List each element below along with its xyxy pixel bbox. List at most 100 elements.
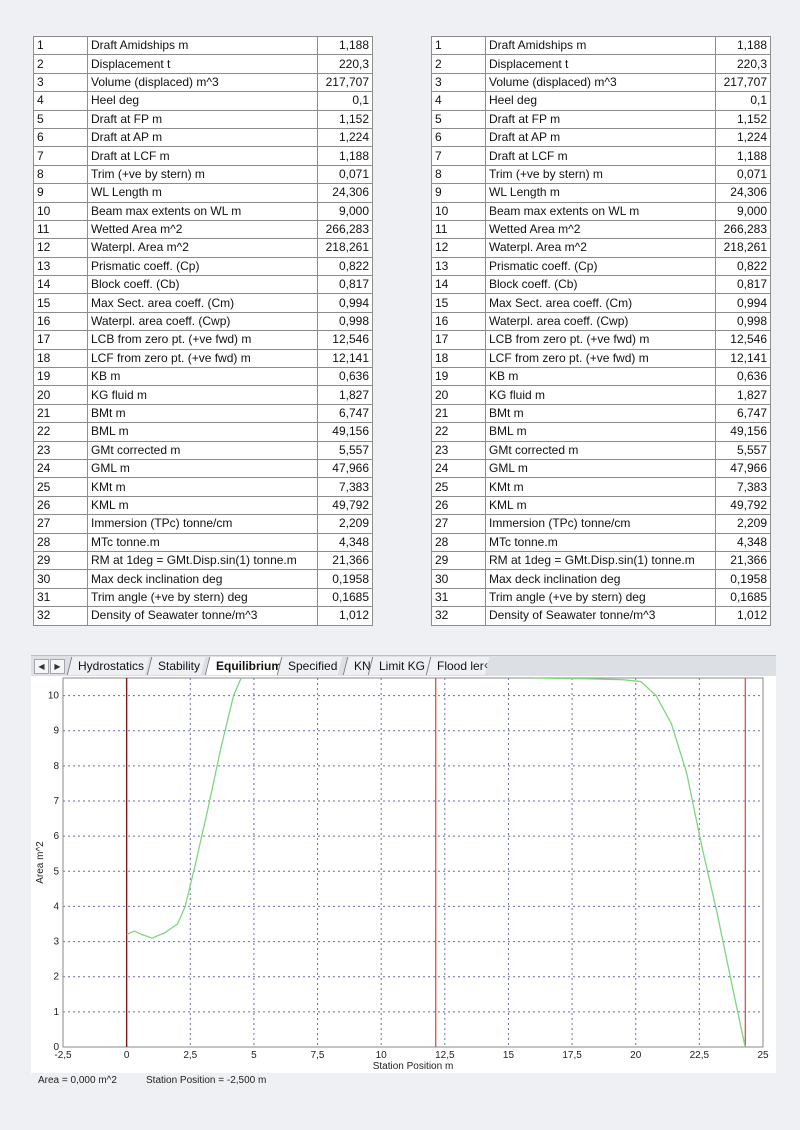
row-number: 20 <box>431 385 486 405</box>
y-tick-label: 1 <box>53 1007 59 1018</box>
row-number: 32 <box>431 606 486 626</box>
row-label: Draft at FP m <box>485 109 716 129</box>
table-row: 30 Max deck inclination deg 0,1958 <box>431 569 771 589</box>
row-label: KG fluid m <box>87 385 318 405</box>
table-row: 6 Draft at AP m 1,224 <box>431 127 771 148</box>
row-label: BMt m <box>87 403 318 424</box>
row-number: 21 <box>431 403 486 424</box>
row-value: 1,827 <box>715 385 771 405</box>
row-value: 49,156 <box>317 422 373 442</box>
x-tick-label: 15 <box>503 1050 515 1061</box>
x-tick-label: 10 <box>376 1050 388 1061</box>
row-label: Heel deg <box>87 91 318 111</box>
row-value: 2,209 <box>317 514 373 534</box>
table-row: 13 Prismatic coeff. (Cp) 0,822 <box>33 256 373 277</box>
row-label: Displacement t <box>485 54 716 74</box>
row-label: Wetted Area m^2 <box>485 219 716 240</box>
table-row: 20 KG fluid m 1,827 <box>431 385 771 405</box>
row-number: 7 <box>431 146 486 166</box>
row-number: 3 <box>431 72 486 93</box>
row-value: 0,071 <box>715 164 771 185</box>
row-label: Draft at AP m <box>87 127 318 148</box>
row-value: 266,283 <box>317 219 373 240</box>
tab-hydrostatics[interactable]: Hydrostatics <box>66 657 150 675</box>
table-row: 18 LCF from zero pt. (+ve fwd) m 12,141 <box>431 348 771 369</box>
row-number: 27 <box>33 514 88 534</box>
row-number: 24 <box>431 458 486 479</box>
row-value: 6,747 <box>715 403 771 424</box>
table-row: 26 KML m 49,792 <box>431 495 771 516</box>
row-label: KMt m <box>87 477 318 497</box>
table-row: 30 Max deck inclination deg 0,1958 <box>33 569 373 589</box>
row-number: 15 <box>431 293 486 313</box>
row-label: Volume (displaced) m^3 <box>87 72 318 93</box>
row-number: 14 <box>431 275 486 295</box>
tab-stability[interactable]: Stability <box>146 657 206 675</box>
row-value: 9,000 <box>715 201 771 221</box>
table-row: 12 Waterpl. Area m^2 218,261 <box>431 238 771 258</box>
row-number: 32 <box>33 606 88 626</box>
row-number: 5 <box>33 109 88 129</box>
x-tick-label: 17,5 <box>562 1050 582 1061</box>
row-value: 6,747 <box>317 403 373 424</box>
plot-frame <box>62 677 764 1048</box>
row-value: 220,3 <box>715 54 771 74</box>
row-label: Waterpl. Area m^2 <box>485 238 716 258</box>
hydrostatics-table-right: 1 Draft Amidships m 1,188 2 Displacement t 22… <box>431 35 771 626</box>
row-number: 18 <box>431 348 486 369</box>
row-number: 19 <box>33 367 88 387</box>
row-label: Waterpl. area coeff. (Cwp) <box>87 311 318 332</box>
row-value: 12,546 <box>317 330 373 350</box>
row-label: Draft Amidships m <box>87 35 318 56</box>
row-label: Max deck inclination deg <box>485 569 716 589</box>
row-number: 20 <box>33 385 88 405</box>
row-label: Max Sect. area coeff. (Cm) <box>485 293 716 313</box>
table-row: 1 Draft Amidships m 1,188 <box>33 35 373 56</box>
table-row: 5 Draft at FP m 1,152 <box>33 109 373 129</box>
table-row: 8 Trim (+ve by stern) m 0,071 <box>431 164 771 185</box>
tab-specified[interactable]: Specified <box>276 657 343 675</box>
row-number: 18 <box>33 348 88 369</box>
table-row: 13 Prismatic coeff. (Cp) 0,822 <box>431 256 771 277</box>
row-value: 0,636 <box>715 367 771 387</box>
row-value: 1,188 <box>317 35 373 56</box>
tab-scroll-right-button[interactable]: ▶ <box>50 659 65 674</box>
tab-label: Specified <box>288 659 338 673</box>
y-tick-label: 8 <box>53 761 59 772</box>
y-tick-label: 10 <box>48 691 60 702</box>
row-label: BML m <box>485 422 716 442</box>
row-value: 0,817 <box>317 275 373 295</box>
tab-flood-ler[interactable]: Flood ler <box>425 657 489 675</box>
tab-label: Stability <box>158 659 201 673</box>
y-tick-label: 4 <box>53 901 59 912</box>
table-row: 32 Density of Seawater tonne/m^3 1,012 <box>33 606 373 626</box>
table-row: 3 Volume (displaced) m^3 217,707 <box>33 72 373 93</box>
table-row: 27 Immersion (TPc) tonne/cm 2,209 <box>33 514 373 534</box>
row-label: LCB from zero pt. (+ve fwd) m <box>87 330 318 350</box>
row-value: 4,348 <box>715 532 771 552</box>
row-value: 47,966 <box>317 458 373 479</box>
row-value: 0,636 <box>317 367 373 387</box>
tab-scroll-left-button[interactable]: ◀ <box>34 659 49 674</box>
status-area: Area = 0,000 m^2 <box>38 1075 117 1086</box>
y-tick-label: 2 <box>53 972 59 983</box>
row-label: Prismatic coeff. (Cp) <box>87 256 318 277</box>
row-label: KMt m <box>485 477 716 497</box>
row-label: KML m <box>485 495 716 516</box>
x-tick-label: 7,5 <box>311 1050 325 1061</box>
row-number: 9 <box>431 183 486 203</box>
tab-overflow-chevron-icon[interactable]: ‹ <box>484 658 488 672</box>
row-value: 218,261 <box>715 238 771 258</box>
row-number: 31 <box>33 587 88 608</box>
tab-equilibrium[interactable]: Equilibrium <box>204 657 288 675</box>
row-value: 1,012 <box>715 606 771 626</box>
row-label: Draft at AP m <box>485 127 716 148</box>
table-row: 18 LCF from zero pt. (+ve fwd) m 12,141 <box>33 348 373 369</box>
row-value: 0,1 <box>317 91 373 111</box>
row-label: Draft at LCF m <box>87 146 318 166</box>
tab-limit-kg[interactable]: Limit KG <box>367 657 431 675</box>
row-label: Max Sect. area coeff. (Cm) <box>87 293 318 313</box>
row-value: 0,1958 <box>317 569 373 589</box>
row-value: 1,827 <box>317 385 373 405</box>
row-label: KB m <box>87 367 318 387</box>
